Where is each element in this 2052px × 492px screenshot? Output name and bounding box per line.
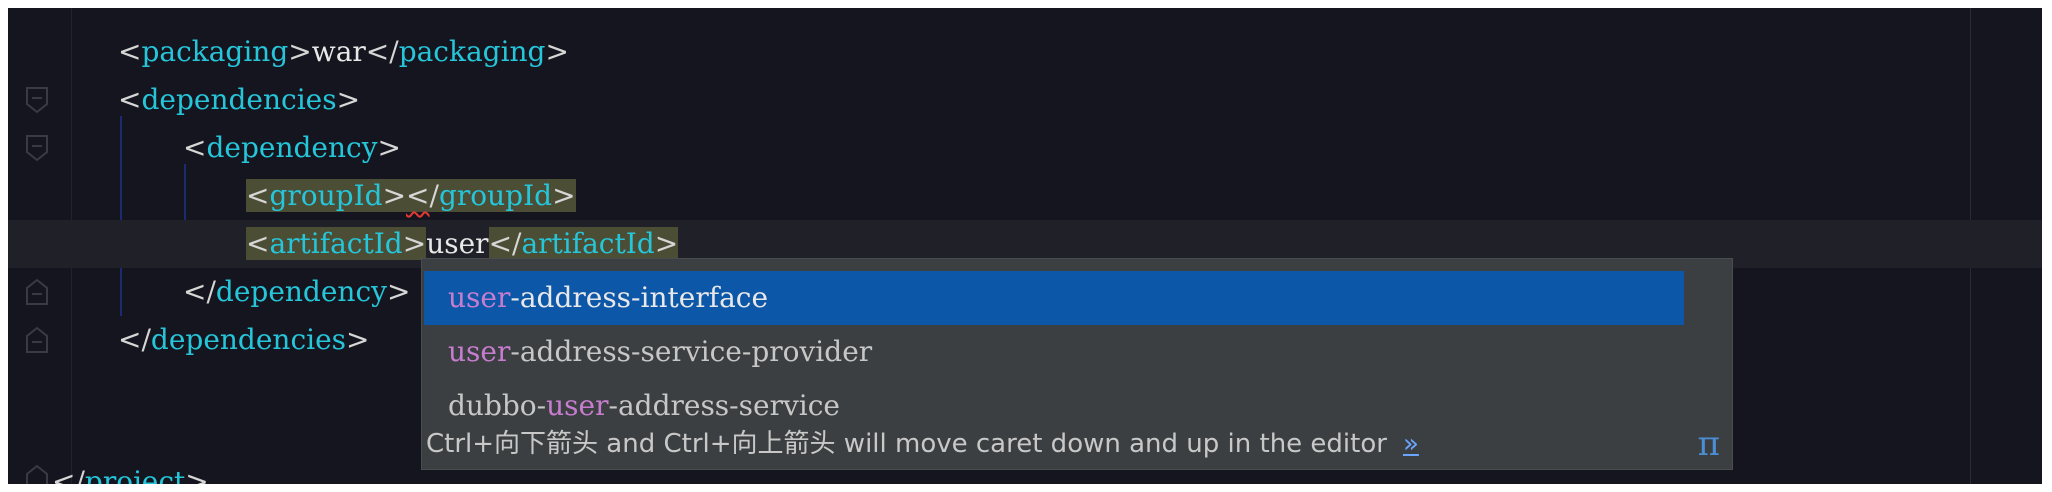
- code-line[interactable]: <groupId></groupId>: [8, 172, 2042, 220]
- tag-name: project: [84, 465, 186, 484]
- pi-icon[interactable]: π: [1698, 419, 1720, 469]
- open-tag: <artifactId>: [246, 227, 427, 260]
- close-tag: </packaging>: [366, 35, 569, 68]
- completion-item[interactable]: user-address-service-provider: [424, 325, 1684, 379]
- completion-hint: Ctrl+向下箭头 and Ctrl+向上箭头 will move caret …: [426, 419, 1419, 469]
- tag-value: war: [311, 35, 366, 68]
- tag-bracket: >: [654, 227, 679, 260]
- tag-bracket: >: [386, 275, 411, 308]
- tag-name: packaging: [141, 35, 289, 68]
- code-line[interactable]: <packaging>war</packaging>: [8, 28, 2042, 76]
- tag-bracket: <: [406, 179, 430, 212]
- tag-name: dependencies: [150, 323, 347, 356]
- tag-bracket: >: [382, 179, 407, 212]
- tag-bracket: >: [185, 465, 209, 484]
- code-text: <dependency>: [183, 124, 401, 172]
- tag-name: groupId: [269, 179, 383, 212]
- completion-footer: Ctrl+向下箭头 and Ctrl+向上箭头 will move caret …: [422, 419, 1732, 469]
- code-line[interactable]: <dependencies>: [8, 76, 2042, 124]
- completion-item-suffix: -address-service: [608, 389, 840, 422]
- tag-bracket: <: [246, 227, 270, 260]
- more-link[interactable]: »: [1403, 429, 1419, 459]
- tag-bracket: >: [377, 131, 401, 164]
- completion-item-match: user: [448, 281, 511, 314]
- tag-bracket: </: [118, 323, 151, 356]
- tag-name: dependency: [215, 275, 387, 308]
- completion-item-suffix: -address-service-provider: [510, 335, 873, 368]
- tag-bracket: >: [552, 179, 576, 212]
- tag-bracket: >: [545, 35, 569, 68]
- code-text: <packaging>war</packaging>: [118, 28, 569, 76]
- tag-bracket: <: [183, 131, 207, 164]
- tag-bracket: </: [52, 465, 85, 484]
- tag-name: packaging: [398, 35, 546, 68]
- tag-bracket: /: [389, 35, 399, 68]
- tag-name: groupId: [438, 179, 553, 212]
- tag-name: dependencies: [141, 83, 337, 116]
- tag-bracket: <: [488, 227, 513, 260]
- completion-popup[interactable]: user-address-interface user-address-servi…: [421, 258, 1733, 470]
- tag-bracket: >: [402, 227, 427, 260]
- code-text: </dependencies>: [118, 316, 370, 364]
- tag-bracket: <: [246, 179, 270, 212]
- open-tag: <packaging>: [118, 35, 312, 68]
- close-tag: </artifactId>: [488, 227, 679, 260]
- completion-item[interactable]: user-address-interface: [424, 271, 1684, 325]
- tag-bracket: >: [336, 83, 361, 116]
- completion-item-suffix: -address-interface: [510, 281, 769, 314]
- tag-bracket: /: [429, 179, 439, 212]
- code-line[interactable]: <dependency>: [8, 124, 2042, 172]
- close-tag: </groupId>: [406, 179, 576, 212]
- completion-item-match: user: [448, 335, 511, 368]
- completion-item-prefix: dubbo-: [448, 389, 547, 422]
- tag-bracket: </: [183, 275, 216, 308]
- completion-item-match: user: [546, 389, 609, 422]
- tag-bracket: <: [365, 35, 390, 68]
- tag-bracket: >: [288, 35, 312, 68]
- completion-hint-text: Ctrl+向下箭头 and Ctrl+向上箭头 will move caret …: [426, 429, 1387, 459]
- code-text: <groupId></groupId>: [246, 172, 576, 220]
- code-text: </project>: [52, 458, 209, 484]
- code-editor[interactable]: <packaging>war</packaging> <dependencies>…: [8, 8, 2042, 484]
- tag-bracket: <: [118, 83, 142, 116]
- open-tag: <groupId>: [246, 179, 407, 212]
- tag-name: artifactId: [521, 227, 655, 260]
- tag-value: user: [426, 227, 489, 260]
- tag-bracket: <: [118, 35, 142, 68]
- tag-bracket: >: [346, 323, 370, 356]
- tag-name: artifactId: [269, 227, 403, 260]
- code-text: <dependencies>: [118, 76, 360, 124]
- code-text: </dependency>: [183, 268, 410, 316]
- tag-name: dependency: [206, 131, 378, 164]
